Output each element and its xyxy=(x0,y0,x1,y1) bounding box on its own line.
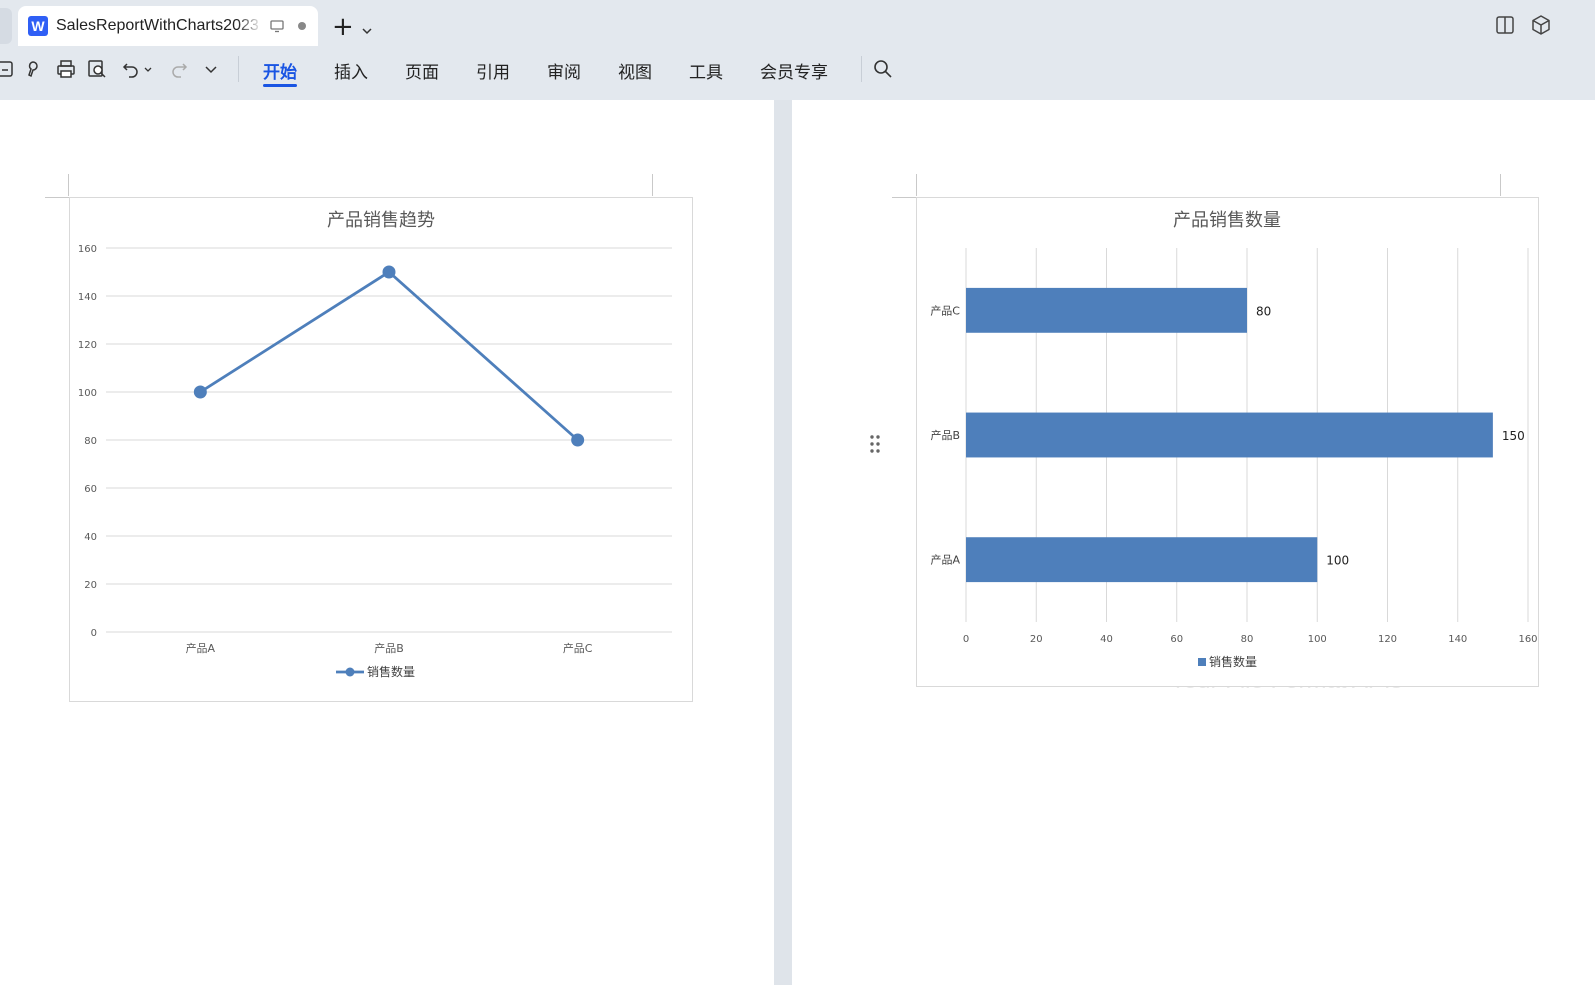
chart-title: 产品销售数量 xyxy=(1173,210,1281,231)
y-tick-label: 0 xyxy=(91,628,97,639)
y-tick-label: 140 xyxy=(78,292,97,303)
x-tick-label: 产品C xyxy=(563,641,593,655)
active-tab-indicator xyxy=(263,84,297,87)
tab-review[interactable]: 审阅 xyxy=(547,58,581,83)
toolbar-separator xyxy=(238,56,239,82)
undo-icon[interactable] xyxy=(120,58,142,80)
x-tick-label: 产品A xyxy=(186,641,216,655)
drag-handle-icon[interactable] xyxy=(869,434,881,454)
toolbar-separator xyxy=(861,56,862,82)
x-tick-label: 160 xyxy=(1518,634,1537,645)
tab-tools[interactable]: 工具 xyxy=(689,58,723,83)
cube-icon[interactable] xyxy=(1530,14,1552,36)
y-tick-label: 产品B xyxy=(930,428,960,442)
crop-mark xyxy=(892,197,916,198)
y-tick-label: 100 xyxy=(78,388,97,399)
bar-chart[interactable]: 产品销售数量 0 20 40 60 80 100 120 140 160 产品A 100 产品B 150 产… xyxy=(916,197,1539,687)
unsaved-dot-icon[interactable] xyxy=(298,22,306,30)
data-label: 150 xyxy=(1502,429,1525,443)
chart-title: 产品销售趋势 xyxy=(327,210,435,231)
data-point xyxy=(193,385,207,399)
monitor-icon[interactable] xyxy=(270,19,284,33)
y-tick-label: 80 xyxy=(84,436,97,447)
series-line xyxy=(199,270,579,442)
legend-swatch xyxy=(1198,658,1206,666)
document-tab[interactable]: W SalesReportWithCharts2023 xyxy=(18,6,318,46)
legend-label: 销售数量 xyxy=(367,664,415,679)
search-icon[interactable] xyxy=(872,58,894,80)
tab-home[interactable]: 开始 xyxy=(263,58,297,83)
x-tick-label: 80 xyxy=(1241,634,1254,645)
print-icon[interactable] xyxy=(55,58,77,80)
crop-mark xyxy=(1500,174,1501,196)
data-label: 100 xyxy=(1326,554,1349,568)
y-tick-label: 60 xyxy=(84,484,97,495)
legend-marker xyxy=(345,667,355,677)
bar xyxy=(966,412,1493,458)
y-tick-label: 120 xyxy=(78,340,97,351)
new-tab-button[interactable]: + xyxy=(332,14,354,40)
crop-mark xyxy=(916,174,917,196)
bar-chart-svg: 产品销售数量 0 20 40 60 80 100 120 140 160 产品A 100 产品B 150 产… xyxy=(930,210,1537,669)
save-icon[interactable] xyxy=(0,58,16,80)
x-tick-label: 60 xyxy=(1170,634,1183,645)
tab-insert[interactable]: 插入 xyxy=(334,58,368,83)
x-tick-label: 20 xyxy=(1030,634,1043,645)
writer-app-icon: W xyxy=(28,16,48,36)
crop-mark xyxy=(652,174,653,196)
legend-label: 销售数量 xyxy=(1209,654,1257,669)
data-point xyxy=(571,433,585,447)
previous-tab-stub[interactable] xyxy=(0,8,12,44)
tab-view[interactable]: 视图 xyxy=(618,58,652,83)
chevron-down-icon[interactable] xyxy=(362,20,372,39)
tab-title: SalesReportWithCharts2023 xyxy=(56,17,259,34)
crop-mark xyxy=(45,197,69,198)
crop-mark xyxy=(68,174,69,196)
bar xyxy=(966,537,1318,583)
line-chart-svg: 产品销售趋势 0 20 40 60 80 100 120 140 160 产品A 产品B 产品C 销售数量 xyxy=(78,210,672,679)
x-tick-label: 120 xyxy=(1378,634,1397,645)
format-painter-icon[interactable] xyxy=(24,58,46,80)
x-tick-label: 0 xyxy=(963,634,969,645)
bar xyxy=(966,287,1247,333)
y-tick-label: 产品C xyxy=(930,303,960,317)
y-tick-label: 160 xyxy=(78,244,97,255)
data-label: 80 xyxy=(1256,304,1271,318)
x-tick-label: 40 xyxy=(1100,634,1113,645)
reading-mode-icon[interactable] xyxy=(1494,14,1516,36)
tab-page[interactable]: 页面 xyxy=(405,58,439,83)
x-tick-label: 产品B xyxy=(374,641,404,655)
redo-icon[interactable] xyxy=(168,58,190,80)
x-tick-label: 140 xyxy=(1448,634,1467,645)
print-preview-icon[interactable] xyxy=(86,58,108,80)
more-options-chevron-icon[interactable] xyxy=(200,58,222,80)
y-tick-label: 20 xyxy=(84,580,97,591)
x-tick-label: 100 xyxy=(1308,634,1327,645)
y-tick-label: 40 xyxy=(84,532,97,543)
tab-member-exclusive[interactable]: 会员专享 xyxy=(760,58,828,83)
undo-dropdown-icon[interactable] xyxy=(142,58,154,80)
tab-references[interactable]: 引用 xyxy=(476,58,510,83)
line-chart[interactable]: 产品销售趋势 0 20 40 60 80 100 120 140 160 产品A 产品B 产品C 销售数量 xyxy=(69,197,693,702)
y-tick-label: 产品A xyxy=(930,553,960,567)
page-gap xyxy=(774,100,792,985)
data-point xyxy=(382,265,396,279)
